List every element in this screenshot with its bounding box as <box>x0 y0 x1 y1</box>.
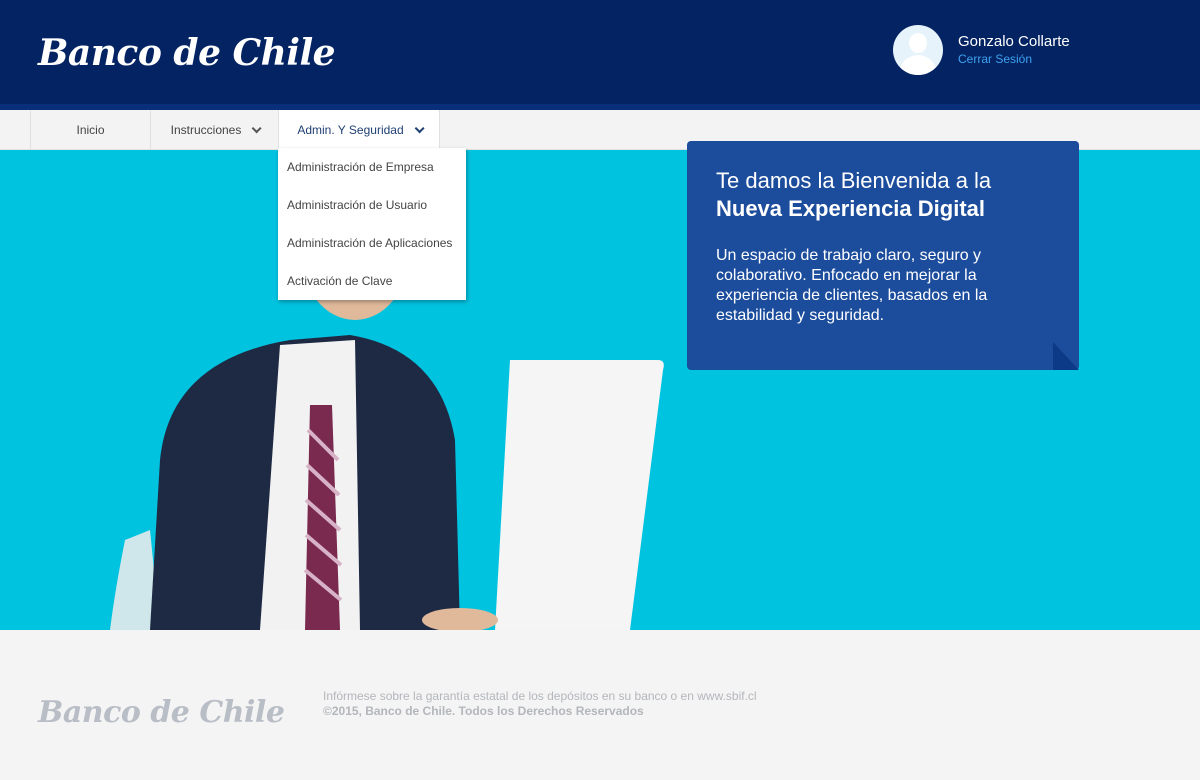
nav-item-label: Admin. Y Seguridad <box>297 123 404 137</box>
footer-logo: Banco de Chile <box>38 695 285 730</box>
welcome-subtitle: Nueva Experiencia Digital <box>716 196 985 221</box>
menu-item-admin-aplicaciones[interactable]: Administración de Aplicaciones <box>287 236 452 250</box>
admin-dropdown-menu: Administración de Empresa Administración… <box>278 148 466 300</box>
footer-deposit-notice: Infórmese sobre la garantía estatal de l… <box>323 689 757 703</box>
footer-copyright: ©2015, Banco de Chile. Todos los Derecho… <box>323 704 644 718</box>
card-corner-fold <box>1053 342 1079 370</box>
welcome-title: Te damos la Bienvenida a la <box>716 168 992 193</box>
avatar-body-shape <box>899 55 937 75</box>
menu-item-admin-empresa[interactable]: Administración de Empresa <box>287 160 434 174</box>
menu-item-activacion-clave[interactable]: Activación de Clave <box>287 274 392 288</box>
user-name: Gonzalo Collarte <box>958 33 1070 50</box>
bank-logo[interactable]: Banco de Chile <box>38 32 336 74</box>
businessman-illustration <box>110 290 664 630</box>
nav-item-label: Instrucciones <box>170 123 242 137</box>
nav-item-admin-seguridad[interactable]: Admin. Y Seguridad <box>278 110 440 150</box>
user-avatar-icon[interactable] <box>893 25 943 75</box>
chevron-down-icon <box>414 122 425 133</box>
nav-item-instrucciones[interactable]: Instrucciones <box>150 110 278 150</box>
menu-item-admin-usuario[interactable]: Administración de Usuario <box>287 198 427 212</box>
welcome-description: Un espacio de trabajo claro, seguro y co… <box>716 247 988 324</box>
logout-link[interactable]: Cerrar Sesión <box>958 52 1032 66</box>
nav-item-label: Inicio <box>76 123 105 137</box>
nav-item-inicio[interactable]: Inicio <box>30 110 150 150</box>
avatar-head-shape <box>909 33 927 53</box>
chevron-down-icon <box>252 122 262 133</box>
